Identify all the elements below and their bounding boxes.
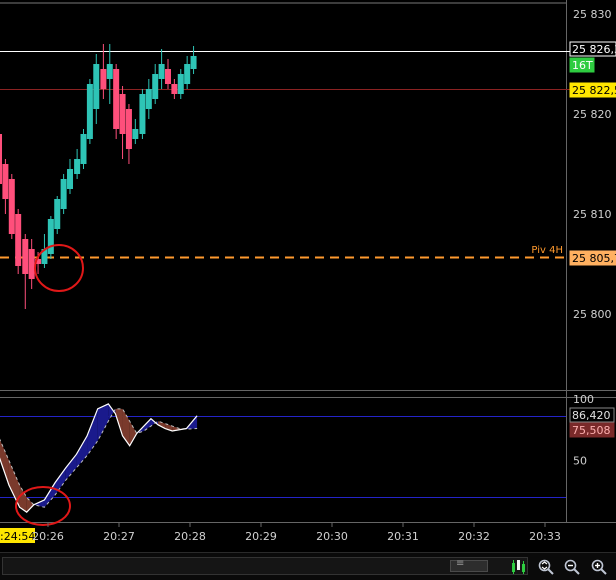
candle-body	[2, 164, 9, 199]
candle-body	[145, 89, 152, 109]
candle-body	[47, 219, 54, 254]
candle-body	[86, 84, 93, 139]
scrollbar-grip: ≡	[456, 558, 465, 569]
candle-body	[139, 94, 146, 134]
candle-body	[106, 64, 113, 79]
candle-body	[15, 214, 22, 266]
osc-tag-label: 86,420	[572, 409, 611, 422]
candle-body	[54, 199, 61, 229]
candle-body	[184, 64, 191, 84]
candle-body	[164, 69, 171, 84]
time-tick-label: 20:33	[529, 530, 561, 543]
candle-body	[28, 249, 35, 279]
osc-tick-label: 100	[573, 393, 594, 406]
candle-body	[22, 239, 29, 274]
price-tick-label: 25 830	[573, 8, 612, 21]
time-tick-label: 20:32	[458, 530, 490, 543]
pivot-label: Piv 4H	[531, 245, 563, 256]
time-tick-label: 20:26	[32, 530, 64, 543]
candle-body	[190, 56, 197, 69]
horizontal-scrollbar[interactable]: ≡	[2, 557, 528, 575]
candle-body	[152, 74, 159, 99]
bottom-toolbar: ≡	[0, 552, 616, 580]
chart-background	[0, 0, 616, 552]
candle-body	[113, 69, 120, 129]
chart-window: Piv 4H 25 830 25 820 25 810 25 800 25 826,3 16…	[0, 0, 616, 580]
scrollbar-thumb[interactable]: ≡	[450, 558, 488, 572]
zoom-out-icon[interactable]	[561, 556, 583, 577]
candle-body	[100, 69, 107, 89]
price-tick-label: 25 810	[573, 208, 612, 221]
price-tag-label: 16T	[572, 59, 593, 72]
candle-body	[74, 159, 81, 174]
candle-body	[119, 94, 126, 134]
candle-body	[80, 134, 87, 164]
candle-body	[132, 129, 139, 139]
time-tick-label: 20:27	[103, 530, 135, 543]
osc-tag-label: 75,508	[572, 424, 611, 437]
price-tag-label: 25 822,5	[572, 84, 616, 97]
time-tick-label: 20:31	[387, 530, 419, 543]
candle-body	[60, 179, 67, 209]
candle-body	[171, 84, 178, 94]
candle-body	[125, 109, 132, 149]
zoom-fit-icon[interactable]	[535, 556, 557, 577]
chart-canvas[interactable]: Piv 4H 25 830 25 820 25 810 25 800 25 826,3 16…	[0, 0, 616, 552]
price-tick-label: 25 820	[573, 108, 612, 121]
candle-body	[67, 169, 74, 189]
time-tick-label: 20:30	[316, 530, 348, 543]
price-tag-label: 25 805,7	[572, 252, 616, 265]
current-time-label: 20:24:54	[0, 530, 35, 543]
zoom-in-icon[interactable]	[588, 556, 610, 577]
candle-body	[93, 64, 100, 109]
time-tick-label: 20:29	[245, 530, 277, 543]
price-tick-label: 25 800	[573, 308, 612, 321]
candle-body	[0, 134, 3, 184]
time-tick-label: 20:28	[174, 530, 206, 543]
price-tag-label: 25 826,3	[572, 43, 616, 56]
candle-body	[158, 64, 165, 79]
candle-body	[8, 179, 15, 234]
candle-body	[177, 74, 184, 94]
osc-tick-label: 50	[573, 455, 587, 468]
chart-type-icon[interactable]	[508, 556, 530, 577]
